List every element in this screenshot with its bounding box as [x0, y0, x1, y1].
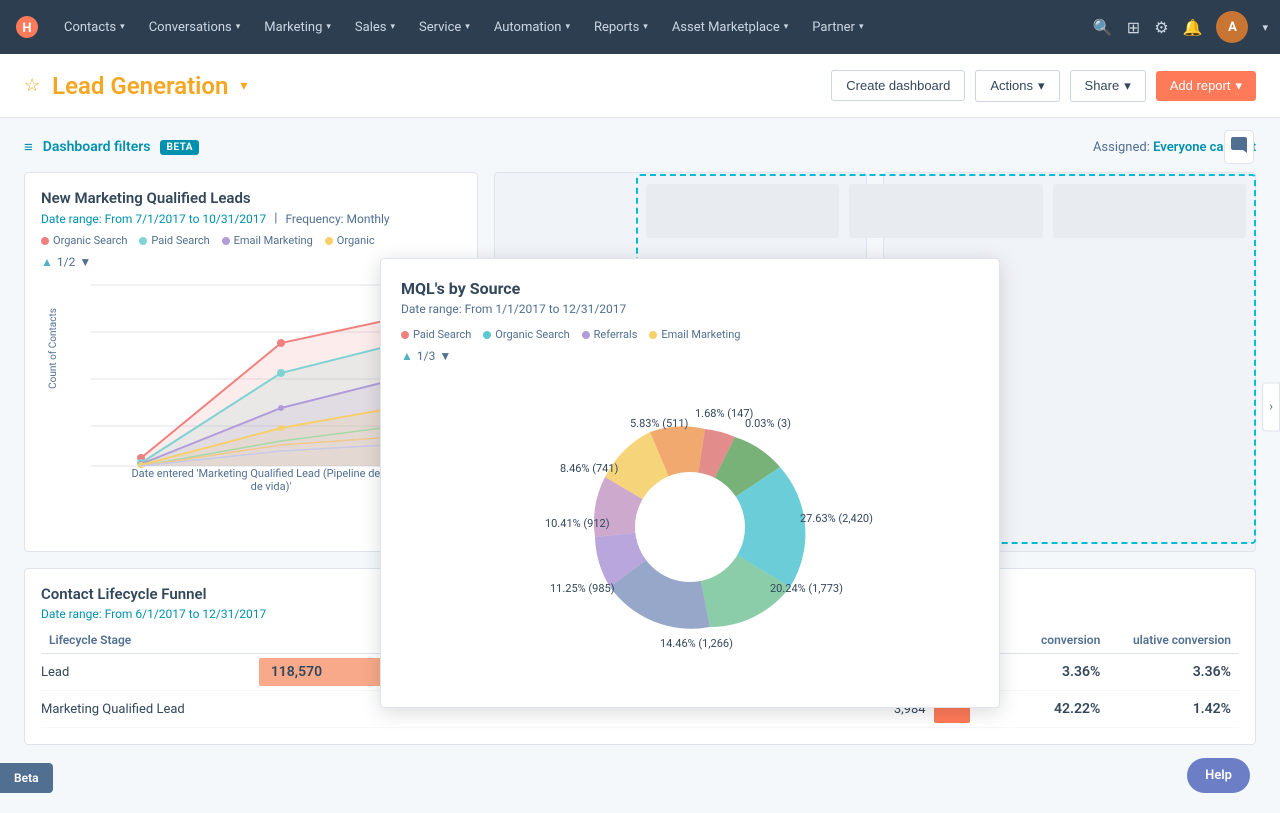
- filters-left: ≡ Dashboard filters BETA: [24, 138, 199, 156]
- filter-icon[interactable]: ≡: [24, 138, 33, 156]
- lead-cumulative: 3.36%: [1108, 654, 1239, 691]
- mql-source-legend: Paid Search Organic Search Referrals Ema…: [401, 328, 979, 341]
- filters-bar: ≡ Dashboard filters BETA Assigned: Every…: [24, 138, 1256, 156]
- next-arrow-button[interactable]: ›: [1262, 382, 1280, 431]
- donut-label-20: 20.24% (1,773): [770, 582, 843, 595]
- source-legend-organic: Organic Search: [483, 328, 569, 341]
- mql-legend: Organic Search Paid Search Email Marketi…: [41, 234, 461, 247]
- mql-stage-label: Marketing Qualified Lead: [41, 691, 259, 728]
- nav-service[interactable]: Service ▾: [409, 14, 480, 41]
- nav-reports[interactable]: Reports ▾: [584, 14, 658, 41]
- chevron-down-icon: ▾: [465, 22, 470, 32]
- hubspot-logo[interactable]: H: [12, 12, 42, 42]
- mql-donut-chart: 27.63% (2,420) 20.24% (1,773) 14.46% (1,…: [401, 367, 979, 687]
- nav-automation[interactable]: Automation ▾: [484, 14, 580, 41]
- donut-label-5: 5.83% (511): [630, 417, 688, 430]
- nav-asset-marketplace[interactable]: Asset Marketplace ▾: [662, 14, 798, 41]
- chevron-down-icon: ▾: [643, 22, 648, 32]
- lead-stage-label: Lead: [41, 654, 259, 691]
- top-navigation: H Contacts ▾ Conversations ▾ Marketing ▾…: [0, 0, 1280, 54]
- donut-label-14: 14.46% (1,266): [660, 637, 733, 650]
- page-title[interactable]: Lead Generation: [52, 72, 228, 100]
- svg-text:7.5K: 7.5K: [81, 327, 82, 338]
- source-page-down-icon[interactable]: ▼: [439, 349, 451, 363]
- nav-right-actions: 🔍 ⊞ ⚙ 🔔 A ▾: [1093, 11, 1268, 43]
- main-area: ≡ Dashboard filters BETA Assigned: Every…: [0, 118, 1280, 813]
- donut-label-0: 0.03% (3): [745, 417, 791, 430]
- chevron-down-icon: ▾: [120, 22, 125, 32]
- source-legend-paid: Paid Search: [401, 328, 471, 341]
- actions-button[interactable]: Actions ▾: [975, 70, 1059, 102]
- title-dropdown-icon[interactable]: ▾: [240, 78, 247, 94]
- donut-label-11: 11.25% (985): [550, 582, 615, 595]
- new-mql-title: New Marketing Qualified Leads: [41, 189, 461, 207]
- dashboard-filters-label[interactable]: Dashboard filters: [43, 139, 151, 155]
- legend-paid-search: Paid Search: [139, 234, 209, 247]
- mql-source-pagination: ▲ 1/3 ▼: [401, 349, 979, 363]
- assigned-label: Assigned:: [1093, 140, 1150, 155]
- beta-badge: BETA: [160, 140, 199, 155]
- source-page-up-icon[interactable]: ▲: [401, 349, 413, 363]
- svg-text:2.5K: 2.5K: [81, 421, 82, 432]
- chevron-down-icon: ▾: [390, 22, 395, 32]
- legend-organic-search: Organic Search: [41, 234, 127, 247]
- nav-marketing[interactable]: Marketing ▾: [254, 14, 341, 41]
- share-button[interactable]: Share ▾: [1070, 70, 1146, 102]
- donut-label-10: 10.41% (912): [545, 517, 610, 530]
- account-chevron-icon[interactable]: ▾: [1262, 21, 1268, 34]
- apps-icon[interactable]: ⊞: [1127, 18, 1140, 37]
- notifications-icon[interactable]: 🔔: [1183, 18, 1203, 37]
- create-dashboard-button[interactable]: Create dashboard: [831, 70, 965, 101]
- actions-chevron-icon: ▾: [1038, 78, 1045, 94]
- nav-contacts[interactable]: Contacts ▾: [54, 14, 135, 41]
- legend-email-marketing: Email Marketing: [222, 234, 313, 247]
- nav-partner[interactable]: Partner ▾: [802, 14, 873, 41]
- chevron-down-icon: ▾: [784, 22, 789, 32]
- mql-frequency: Frequency: Monthly: [285, 212, 389, 226]
- share-chevron-icon: ▾: [1124, 78, 1131, 94]
- add-report-chevron-icon: ▾: [1235, 78, 1242, 94]
- page-up-icon[interactable]: ▲: [41, 255, 53, 269]
- source-legend-referrals: Referrals: [582, 328, 638, 341]
- search-icon[interactable]: 🔍: [1093, 18, 1113, 37]
- legend-organic: Organic: [325, 234, 375, 247]
- svg-text:5K: 5K: [81, 374, 82, 385]
- add-report-button[interactable]: Add report ▾: [1156, 71, 1256, 101]
- chevron-down-icon: ▾: [859, 22, 864, 32]
- page-down-icon[interactable]: ▼: [79, 255, 91, 269]
- mql-y-axis-label: Count of Contacts: [48, 308, 59, 389]
- donut-label-27: 27.63% (2,420): [800, 512, 873, 525]
- page-header: ☆ Lead Generation ▾ Create dashboard Act…: [0, 54, 1280, 118]
- svg-text:H: H: [22, 21, 31, 36]
- chat-icon[interactable]: [1224, 130, 1254, 164]
- source-legend-email: Email Marketing: [649, 328, 740, 341]
- chevron-down-icon: ▾: [565, 22, 570, 32]
- cumulative-header: ulative conversion: [1108, 629, 1239, 654]
- chevron-down-icon: ▾: [236, 22, 241, 32]
- help-button[interactable]: Help: [1187, 758, 1250, 793]
- mql-date-range: Date range: From 7/1/2017 to 10/31/2017: [41, 212, 266, 226]
- header-actions: Create dashboard Actions ▾ Share ▾ Add r…: [831, 70, 1256, 102]
- nav-sales[interactable]: Sales ▾: [345, 14, 405, 41]
- user-avatar[interactable]: A: [1216, 11, 1248, 43]
- mql-source-overlay-card: MQL's by Source Date range: From 1/1/201…: [380, 258, 1000, 708]
- mql-cumulative: 1.42%: [1108, 691, 1239, 728]
- beta-button[interactable]: Beta: [0, 763, 53, 793]
- mql-source-date: Date range: From 1/1/2017 to 12/31/2017: [401, 302, 979, 316]
- chevron-down-icon: ▾: [326, 22, 331, 32]
- favorite-star-icon[interactable]: ☆: [24, 75, 40, 96]
- donut-label-8: 8.46% (741): [560, 462, 618, 475]
- svg-text:10K: 10K: [81, 280, 82, 291]
- lifecycle-stage-header: Lifecycle Stage: [41, 629, 259, 654]
- settings-icon[interactable]: ⚙: [1154, 18, 1168, 37]
- mql-source-title: MQL's by Source: [401, 279, 979, 298]
- nav-conversations[interactable]: Conversations ▾: [139, 14, 251, 41]
